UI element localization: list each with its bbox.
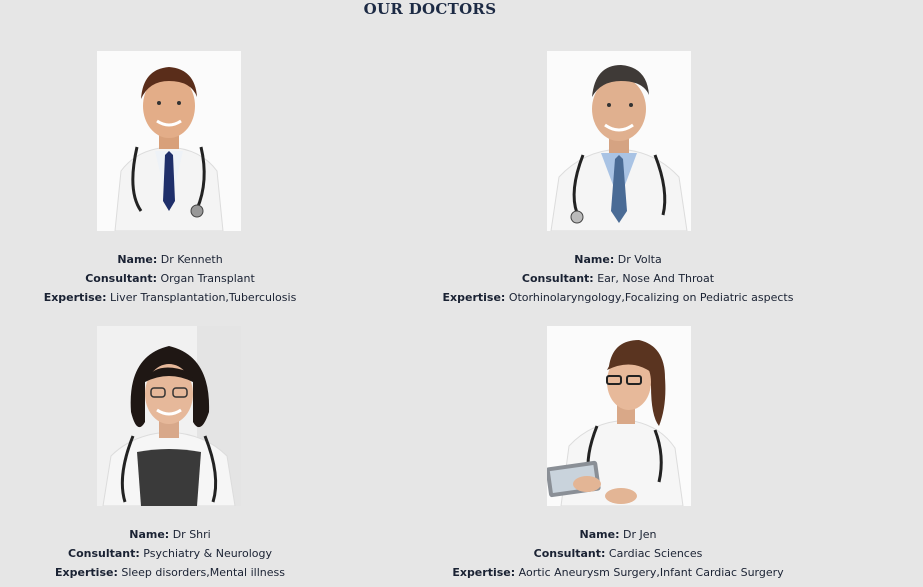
consultant-label: Consultant:: [68, 547, 140, 560]
doctor-expertise: Liver Transplantation,Tuberculosis: [110, 291, 297, 304]
doctor-consultant: Psychiatry & Neurology: [143, 547, 272, 560]
consultant-label: Consultant:: [533, 547, 606, 560]
doctor-name-line: Name: Dr Volta: [418, 250, 818, 269]
page-title: OUR DOCTORS: [363, 0, 497, 18]
doctor-name: Dr Kenneth: [160, 253, 223, 266]
doctor-photo: [97, 51, 241, 231]
doctor-name-line: Name: Dr Shri: [20, 525, 320, 544]
doctor-card: Name: Dr Kenneth Consultant: Organ Trans…: [20, 51, 320, 311]
doctor-expertise-line: Expertise: Sleep disorders,Mental illnes…: [20, 563, 320, 582]
doctor-card: Name: Dr Shri Consultant: Psychiatry & N…: [20, 326, 320, 587]
doctor-consultant: Cardiac Sciences: [608, 547, 703, 560]
consultant-label: Consultant:: [85, 272, 157, 285]
doctor-photo: [547, 326, 691, 506]
doctor-consultant-line: Consultant: Organ Transplant: [20, 269, 320, 288]
female-doctor-portrait-icon: [547, 326, 691, 506]
doctor-expertise: Otorhinolaryngology,Focalizing on Pediat…: [508, 291, 794, 304]
male-doctor-portrait-icon: [547, 51, 691, 231]
name-label: Name:: [129, 528, 170, 541]
name-label: Name:: [117, 253, 158, 266]
doctor-expertise: Aortic Aneurysm Surgery,Infant Cardiac S…: [518, 566, 784, 579]
doctor-photo: [97, 326, 241, 506]
consultant-label: Consultant:: [521, 272, 594, 285]
doctor-consultant-line: Consultant: Psychiatry & Neurology: [20, 544, 320, 563]
doctor-name: Dr Jen: [622, 528, 657, 541]
expertise-label: Expertise:: [55, 566, 118, 579]
expertise-label: Expertise:: [43, 291, 107, 304]
doctor-name: Dr Shri: [172, 528, 211, 541]
doctor-consultant: Organ Transplant: [160, 272, 255, 285]
female-doctor-portrait-icon: [97, 326, 241, 506]
doctor-expertise-line: Expertise: Aortic Aneurysm Surgery,Infan…: [418, 563, 818, 582]
doctor-card: Name: Dr Volta Consultant: Ear, Nose And…: [418, 51, 818, 311]
doctor-expertise-line: Expertise: Otorhinolaryngology,Focalizin…: [418, 288, 818, 307]
doctor-consultant: Ear, Nose And Throat: [597, 272, 715, 285]
expertise-label: Expertise:: [452, 566, 516, 579]
doctor-expertise-line: Expertise: Liver Transplantation,Tubercu…: [20, 288, 320, 307]
name-label: Name:: [579, 528, 620, 541]
doctor-name: Dr Volta: [617, 253, 662, 266]
doctor-name-line: Name: Dr Kenneth: [20, 250, 320, 269]
doctor-expertise: Sleep disorders,Mental illness: [121, 566, 285, 579]
doctor-photo: [547, 51, 691, 231]
doctor-name-line: Name: Dr Jen: [418, 525, 818, 544]
doctor-card: Name: Dr Jen Consultant: Cardiac Science…: [418, 326, 818, 587]
expertise-label: Expertise:: [442, 291, 506, 304]
doctor-consultant-line: Consultant: Cardiac Sciences: [418, 544, 818, 563]
name-label: Name:: [574, 253, 615, 266]
doctor-consultant-line: Consultant: Ear, Nose And Throat: [418, 269, 818, 288]
male-doctor-portrait-icon: [97, 51, 241, 231]
